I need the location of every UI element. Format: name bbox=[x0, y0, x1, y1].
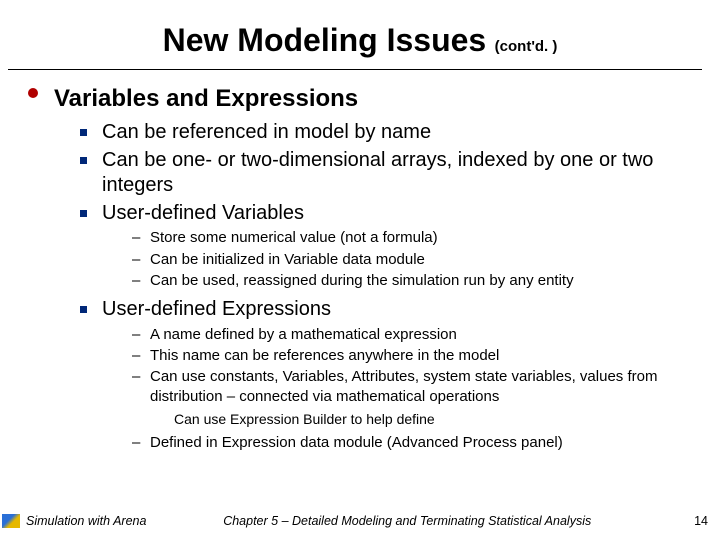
slide-title: New Modeling Issues bbox=[163, 22, 487, 58]
bullet-square-icon bbox=[80, 210, 87, 217]
title-area: New Modeling Issues (cont'd. ) bbox=[0, 0, 720, 65]
list-item-text: Can be one- or two-dimensional arrays, i… bbox=[102, 148, 694, 199]
sub-sub-item: Can use Expression Builder to help defin… bbox=[174, 410, 694, 429]
dash-icon: – bbox=[132, 325, 140, 345]
sub-sub-item-text: Can use Expression Builder to help defin… bbox=[174, 410, 694, 429]
footer-left: Simulation with Arena bbox=[26, 514, 146, 528]
list-item-text: Can be referenced in model by name bbox=[102, 120, 694, 146]
footer-center: Chapter 5 – Detailed Modeling and Termin… bbox=[146, 514, 668, 528]
sub-list-item-text: Can be initialized in Variable data modu… bbox=[150, 250, 694, 270]
dash-icon: – bbox=[132, 433, 140, 453]
sub-list-item: – Defined in Expression data module (Adv… bbox=[132, 433, 694, 453]
dash-icon: – bbox=[132, 228, 140, 248]
dash-icon: – bbox=[132, 271, 140, 291]
sub-list-item-text: Can be used, reassigned during the simul… bbox=[150, 271, 694, 291]
sub-list-item-text: This name can be references anywhere in … bbox=[150, 346, 694, 366]
slide-title-suffix: (cont'd. ) bbox=[495, 38, 558, 55]
sub-list-item: – Store some numerical value (not a form… bbox=[132, 228, 694, 248]
list-item: Can be one- or two-dimensional arrays, i… bbox=[80, 148, 694, 199]
sub-list: – Store some numerical value (not a form… bbox=[132, 228, 694, 291]
sub-list-item-text: A name defined by a mathematical express… bbox=[150, 325, 694, 345]
list-item: User-defined Expressions – A name define… bbox=[80, 297, 694, 453]
list-item-text: User-defined Expressions bbox=[102, 297, 694, 323]
sub-list-item: – Can use constants, Variables, Attribut… bbox=[132, 367, 694, 428]
list-item: User-defined Variables – Store some nume… bbox=[80, 201, 694, 291]
section-heading: Variables and Expressions Can be referen… bbox=[28, 84, 694, 453]
bullet-square-icon bbox=[80, 129, 87, 136]
dash-icon: – bbox=[132, 250, 140, 270]
bullet-disc-icon bbox=[28, 88, 38, 98]
list-item-text: User-defined Variables bbox=[102, 201, 694, 227]
bullet-list: Can be referenced in model by name Can b… bbox=[80, 120, 694, 453]
sub-list-item-text: Can use constants, Variables, Attributes… bbox=[150, 367, 694, 408]
bullet-square-icon bbox=[80, 157, 87, 164]
logo-icon bbox=[2, 514, 20, 528]
sub-list-item: – Can be used, reassigned during the sim… bbox=[132, 271, 694, 291]
footer: Simulation with Arena Chapter 5 – Detail… bbox=[0, 512, 720, 530]
dash-icon: – bbox=[132, 367, 140, 387]
sub-list: – A name defined by a mathematical expre… bbox=[132, 325, 694, 453]
sub-list-item-text: Store some numerical value (not a formul… bbox=[150, 228, 694, 248]
sub-list-item: – A name defined by a mathematical expre… bbox=[132, 325, 694, 345]
page-number: 14 bbox=[668, 514, 720, 528]
bullet-square-icon bbox=[80, 306, 87, 313]
sub-list-item: – This name can be references anywhere i… bbox=[132, 346, 694, 366]
dash-icon: – bbox=[132, 346, 140, 366]
section-heading-text: Variables and Expressions bbox=[54, 84, 694, 114]
slide: New Modeling Issues (cont'd. ) Variables… bbox=[0, 0, 720, 540]
sub-list-item-text: Defined in Expression data module (Advan… bbox=[150, 433, 694, 453]
sub-list-item: – Can be initialized in Variable data mo… bbox=[132, 250, 694, 270]
content: Variables and Expressions Can be referen… bbox=[0, 70, 720, 453]
list-item: Can be referenced in model by name bbox=[80, 120, 694, 146]
